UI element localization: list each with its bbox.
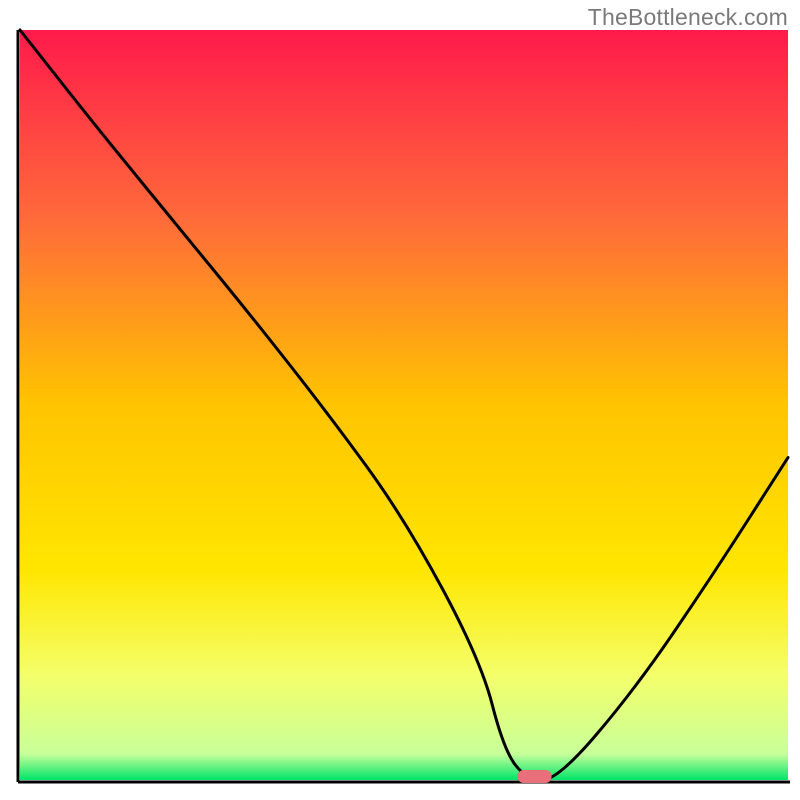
- bottleneck-chart: [0, 0, 800, 800]
- optimum-marker: [518, 770, 552, 783]
- chart-container: TheBottleneck.com: [0, 0, 800, 800]
- watermark: TheBottleneck.com: [588, 4, 788, 31]
- plot-background: [20, 30, 788, 780]
